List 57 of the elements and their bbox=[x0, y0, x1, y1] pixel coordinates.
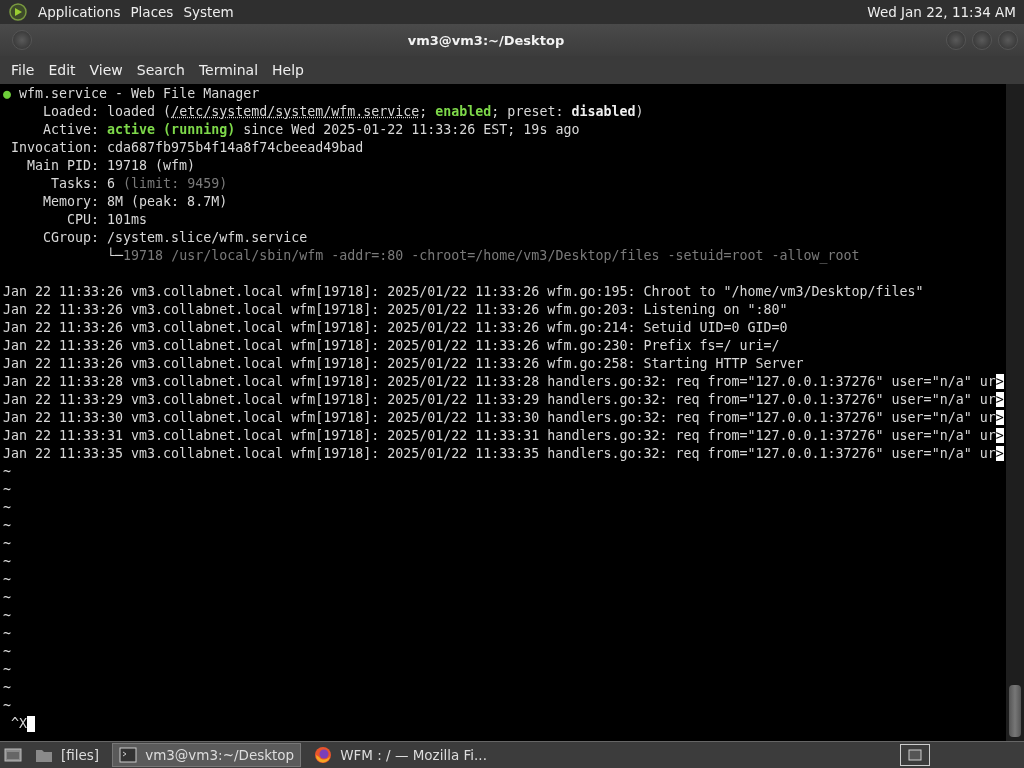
terminal-line: Tasks: 6 (limit: 9459) bbox=[50, 175, 229, 193]
panel-menu[interactable]: Places bbox=[130, 4, 174, 20]
terminal-line: ~ bbox=[3, 499, 12, 517]
maximize-button[interactable] bbox=[972, 30, 992, 50]
terminal-line: ~ bbox=[3, 481, 12, 499]
terminal-line: CPU: 101ms bbox=[66, 211, 149, 229]
menu-item[interactable]: Edit bbox=[43, 60, 81, 80]
taskbar-button[interactable]: [files] bbox=[28, 743, 107, 767]
workspace-switcher[interactable] bbox=[900, 744, 930, 766]
terminal-line: Jan 22 11:33:26 vm3.collabnet.local wfm[19718]: 2025/01/22 11:33:26 wfm.go:230: Prefix fs=/ uri=/ bbox=[3, 337, 781, 355]
browser-icon bbox=[314, 746, 333, 764]
logo-icon[interactable] bbox=[8, 2, 28, 22]
panel-menu[interactable]: Applications bbox=[38, 4, 121, 20]
terminal-icon bbox=[119, 746, 138, 764]
terminal-line: ~ bbox=[3, 643, 12, 661]
menu-item[interactable]: Search bbox=[131, 60, 190, 80]
terminal-line: ~ bbox=[3, 661, 12, 679]
terminal-line: ~ bbox=[3, 697, 12, 715]
terminal-line: Main PID: 19718 (wfm) bbox=[26, 157, 197, 175]
terminal-line: ~ bbox=[3, 463, 12, 481]
terminal-line: Jan 22 11:33:26 vm3.collabnet.local wfm[19718]: 2025/01/22 11:33:26 wfm.go:195: Chroot to "/home/vm3/Desktop/files" bbox=[3, 283, 925, 301]
minimize-button[interactable] bbox=[946, 30, 966, 50]
scrollbar-thumb[interactable] bbox=[1009, 685, 1021, 737]
terminal-line: ~ bbox=[3, 535, 12, 553]
desktop-icon[interactable] bbox=[4, 746, 22, 764]
terminal-line: ● wfm.service - Web File Manager bbox=[3, 85, 261, 103]
menu-item[interactable]: Help bbox=[267, 60, 309, 80]
clock[interactable]: Wed Jan 22, 11:34 AM bbox=[867, 4, 1016, 20]
close-button[interactable] bbox=[998, 30, 1018, 50]
menu-item[interactable]: View bbox=[84, 60, 128, 80]
terminal-line: Memory: 8M (peak: 8.7M) bbox=[42, 193, 229, 211]
terminal-line: ~ bbox=[3, 625, 12, 643]
menu-item[interactable]: File bbox=[6, 60, 40, 80]
taskbar-button[interactable]: WFM : / — Mozilla Fi... bbox=[307, 743, 494, 767]
terminal-line: ~ bbox=[3, 517, 12, 535]
terminal-line: └─19718 /usr/local/sbin/wfm -addr=:80 -chroot=/home/vm3/Desktop/files -setuid=root -allow_root bbox=[106, 247, 861, 265]
panel-menu[interactable]: System bbox=[183, 4, 234, 20]
window-title: vm3@vm3:~/Desktop bbox=[406, 32, 566, 48]
terminal-line: Jan 22 11:33:26 vm3.collabnet.local wfm[19718]: 2025/01/22 11:33:26 wfm.go:258: Starting HTTP Server bbox=[3, 355, 805, 373]
terminal-line: Invocation: cda687fb975b4f14a8f74cbeead49bad bbox=[10, 139, 365, 157]
terminal-line: Jan 22 11:33:26 vm3.collabnet.local wfm[19718]: 2025/01/22 11:33:26 wfm.go:203: Listening on ":80" bbox=[3, 301, 789, 319]
text-cursor bbox=[27, 716, 35, 732]
window-menu-button[interactable] bbox=[12, 30, 32, 50]
terminal-line: ~ bbox=[3, 589, 12, 607]
terminal-line: ~ bbox=[3, 607, 12, 625]
scrollbar[interactable] bbox=[1006, 84, 1024, 741]
terminal-line: CGroup: /system.slice/wfm.service bbox=[42, 229, 309, 247]
terminal-line: Loaded: loaded (/etc/systemd/system/wfm.service; enabled; preset: disabled) bbox=[42, 103, 645, 121]
terminal-line: Active: active (running) since Wed 2025-01-22 11:33:26 EST; 19s ago bbox=[42, 121, 581, 139]
terminal-line: Jan 22 11:33:26 vm3.collabnet.local wfm[19718]: 2025/01/22 11:33:26 wfm.go:214: Setuid UID=0 GID=0 bbox=[3, 319, 789, 337]
terminal-line: ~ bbox=[3, 679, 12, 697]
taskbar-button[interactable]: vm3@vm3:~/Desktop bbox=[112, 743, 302, 767]
terminal-line: ~ bbox=[3, 571, 12, 589]
terminal-line: ~ bbox=[3, 553, 12, 571]
window-icon bbox=[908, 749, 922, 761]
menu-item[interactable]: Terminal bbox=[193, 60, 264, 80]
terminal-prompt: ^X bbox=[11, 715, 27, 733]
